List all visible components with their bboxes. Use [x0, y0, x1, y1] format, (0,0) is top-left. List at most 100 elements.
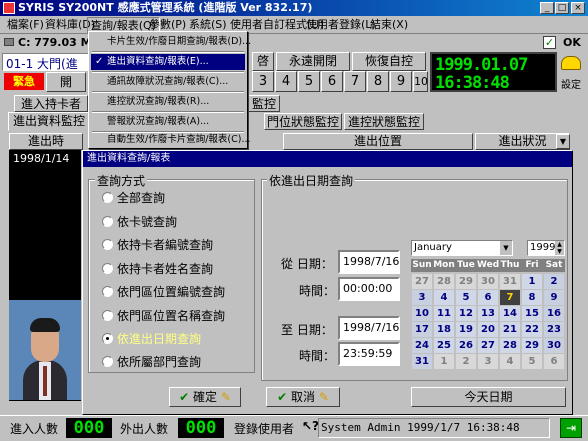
close-button[interactable]: ×: [571, 2, 585, 14]
door-number-3[interactable]: 3: [252, 71, 274, 92]
calendar-day[interactable]: 18: [434, 322, 454, 337]
tab-control-status[interactable]: 進控狀態監控: [344, 113, 424, 130]
tab-access-monitor[interactable]: 進出資料監控: [8, 112, 90, 131]
calendar-day[interactable]: 25: [434, 338, 454, 353]
calendar-day[interactable]: 29: [456, 274, 476, 289]
door-number-6[interactable]: 6: [321, 71, 343, 92]
from-date-field[interactable]: 1998/7/16: [338, 250, 400, 274]
calendar-day[interactable]: 17: [412, 322, 432, 337]
menu-params[interactable]: 參數(P): [146, 17, 189, 32]
tab-card-holder-in[interactable]: 進入持卡者: [14, 95, 88, 112]
calendar-day[interactable]: 31: [412, 354, 432, 369]
tab-door-status[interactable]: 門位狀態監控: [264, 113, 342, 130]
option-holder-id[interactable]: 依持卡者編號查詢: [117, 236, 213, 253]
menu-item-access-records[interactable]: ✓ 進出資料查詢/報表(E)...: [91, 54, 245, 70]
today-button[interactable]: 今天日期: [411, 387, 566, 407]
door-number-5[interactable]: 5: [298, 71, 320, 92]
to-time-field[interactable]: 23:59:59: [338, 342, 400, 366]
calendar-day[interactable]: 3: [412, 290, 432, 305]
calendar-day[interactable]: 27: [412, 274, 432, 289]
chevron-down-icon[interactable]: ▼: [500, 241, 512, 255]
menu-item-auto-validity[interactable]: 自動生效/作廢卡片查詢/報表(C)...: [91, 132, 251, 148]
door-number-9[interactable]: 9: [390, 71, 412, 92]
calendar-day[interactable]: 21: [500, 322, 520, 337]
tab-monitor[interactable]: 監控: [248, 95, 280, 112]
door-number-7[interactable]: 7: [344, 71, 366, 92]
option-door-name[interactable]: 依門區位置名稱查詢: [117, 307, 225, 324]
calendar-day[interactable]: 6: [544, 354, 564, 369]
year-spinner[interactable]: 1999 ▲ ▼: [527, 240, 565, 256]
calendar-day[interactable]: 11: [434, 306, 454, 321]
from-time-field[interactable]: 00:00:00: [338, 277, 400, 301]
calendar-day[interactable]: 4: [434, 290, 454, 305]
cancel-button[interactable]: ✔ 取消 ✎: [266, 387, 340, 407]
calendar-day[interactable]: 28: [500, 338, 520, 353]
radio-door-name[interactable]: [102, 310, 113, 321]
perm-open-button[interactable]: 永遠開閉: [276, 52, 350, 71]
calendar-day[interactable]: 30: [544, 338, 564, 353]
menu-item-comm-failure[interactable]: 通訊故障狀況查詢/報表(C)...: [91, 74, 245, 90]
menu-file[interactable]: 檔案(F): [4, 17, 47, 32]
calendar-day[interactable]: 29: [522, 338, 542, 353]
menu-item-card-validity[interactable]: 卡片生效/作廢日期查詢/報表(D)...: [91, 34, 251, 50]
calendar-day[interactable]: 27: [478, 338, 498, 353]
calendar-day[interactable]: 10: [412, 306, 432, 321]
calendar-day[interactable]: 4: [500, 354, 520, 369]
month-select[interactable]: January ▼: [411, 240, 513, 256]
restore-button[interactable]: 恢復自控: [352, 52, 426, 71]
option-card-number[interactable]: 依卡號查詢: [117, 213, 177, 230]
calendar-day[interactable]: 20: [478, 322, 498, 337]
door-number-4[interactable]: 4: [275, 71, 297, 92]
calendar-day[interactable]: 6: [478, 290, 498, 305]
door-number-8[interactable]: 8: [367, 71, 389, 92]
calendar-day[interactable]: 14: [500, 306, 520, 321]
calendar-day[interactable]: 22: [522, 322, 542, 337]
calendar-day[interactable]: 2: [456, 354, 476, 369]
calendar-day[interactable]: 2: [544, 274, 564, 289]
scroll-down-arrow[interactable]: ▼: [556, 134, 570, 149]
radio-all[interactable]: [102, 192, 113, 203]
option-date[interactable]: 依進出日期查詢: [117, 330, 201, 347]
radio-door-id[interactable]: [102, 286, 113, 297]
door-selector[interactable]: 01-1 大門(進: [2, 53, 92, 71]
door-number-10[interactable]: 10: [413, 71, 428, 92]
calendar-day[interactable]: 3: [478, 354, 498, 369]
calendar-day[interactable]: 19: [456, 322, 476, 337]
calendar-day[interactable]: 26: [456, 338, 476, 353]
open-button[interactable]: 開: [46, 72, 86, 92]
radio-card-number[interactable]: [102, 216, 113, 227]
calendar-day[interactable]: 1: [522, 274, 542, 289]
column-header-time[interactable]: 進出時: [9, 133, 83, 150]
calendar-day[interactable]: 23: [544, 322, 564, 337]
calendar-day[interactable]: 5: [522, 354, 542, 369]
calendar-day[interactable]: 30: [478, 274, 498, 289]
help-icon[interactable]: ↖?: [302, 419, 319, 433]
check-icon[interactable]: ✓: [543, 36, 556, 49]
calendar-day[interactable]: 5: [456, 290, 476, 305]
maximize-button[interactable]: □: [555, 2, 569, 14]
table-row[interactable]: 1998/1/14: [13, 152, 69, 165]
calendar-day[interactable]: 9: [544, 290, 564, 305]
menu-item-control-status[interactable]: 進控狀況查詢/報表(R)...: [91, 94, 245, 110]
calendar-day[interactable]: 1: [434, 354, 454, 369]
exit-icon[interactable]: ⇥: [560, 418, 582, 438]
settings-label[interactable]: 設定: [561, 76, 581, 91]
calendar-day[interactable]: 28: [434, 274, 454, 289]
calendar-day[interactable]: 12: [456, 306, 476, 321]
ok-button[interactable]: ✔ 確定 ✎: [169, 387, 241, 407]
menu-item-alarm-status[interactable]: 警報狀況查詢/報表(A)...: [91, 114, 245, 130]
calendar-day[interactable]: 7: [500, 290, 520, 305]
radio-date[interactable]: [102, 333, 113, 344]
calendar-day[interactable]: 13: [478, 306, 498, 321]
to-date-field[interactable]: 1998/7/16: [338, 316, 400, 340]
calendar-day[interactable]: 16: [544, 306, 564, 321]
calendar-day[interactable]: 8: [522, 290, 542, 305]
radio-holder-name[interactable]: [102, 263, 113, 274]
option-all[interactable]: 全部查詢: [117, 189, 165, 206]
radio-holder-id[interactable]: [102, 239, 113, 250]
calendar-day[interactable]: 15: [522, 306, 542, 321]
calendar-day[interactable]: 24: [412, 338, 432, 353]
partial-button[interactable]: 啓: [252, 52, 274, 71]
option-holder-name[interactable]: 依持卡者姓名查詢: [117, 260, 213, 277]
calendar-day[interactable]: 31: [500, 274, 520, 289]
